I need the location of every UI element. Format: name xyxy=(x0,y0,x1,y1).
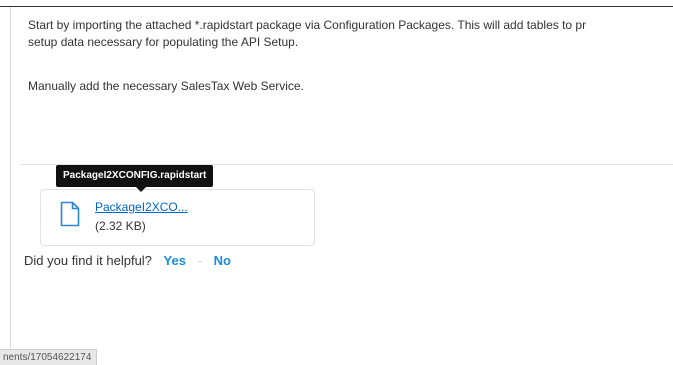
article-paragraph-1-line-2: setup data necessary for populating the … xyxy=(28,35,299,49)
tooltip-arrow xyxy=(136,187,146,192)
feedback-question: Did you find it helpful? xyxy=(24,253,152,268)
attachment-link[interactable]: PackageI2XCO... xyxy=(95,200,188,214)
status-bar-url: nents/17054622174 xyxy=(0,349,98,365)
article-paragraph-2: Manually add the necessary SalesTax Web … xyxy=(28,79,304,93)
article-paragraph-1: Start by importing the attached *.rapids… xyxy=(28,17,668,51)
attachment-tooltip: PackageI2XCONFIG.rapidstart xyxy=(56,165,214,187)
page: { "article": { "paragraph1_line1": "Star… xyxy=(0,0,673,365)
attachment-card[interactable]: PackageI2XCO... (2.32 KB) xyxy=(40,189,315,246)
feedback-section: Did you find it helpful? Yes - No xyxy=(24,253,231,269)
feedback-no-button[interactable]: No xyxy=(214,253,231,268)
feedback-separator: - xyxy=(197,253,202,268)
article-paragraph-1-line-1: Start by importing the attached *.rapids… xyxy=(28,18,587,32)
file-icon xyxy=(60,201,80,227)
feedback-yes-button[interactable]: Yes xyxy=(164,253,186,268)
attachment-size: (2.32 KB) xyxy=(95,219,146,233)
